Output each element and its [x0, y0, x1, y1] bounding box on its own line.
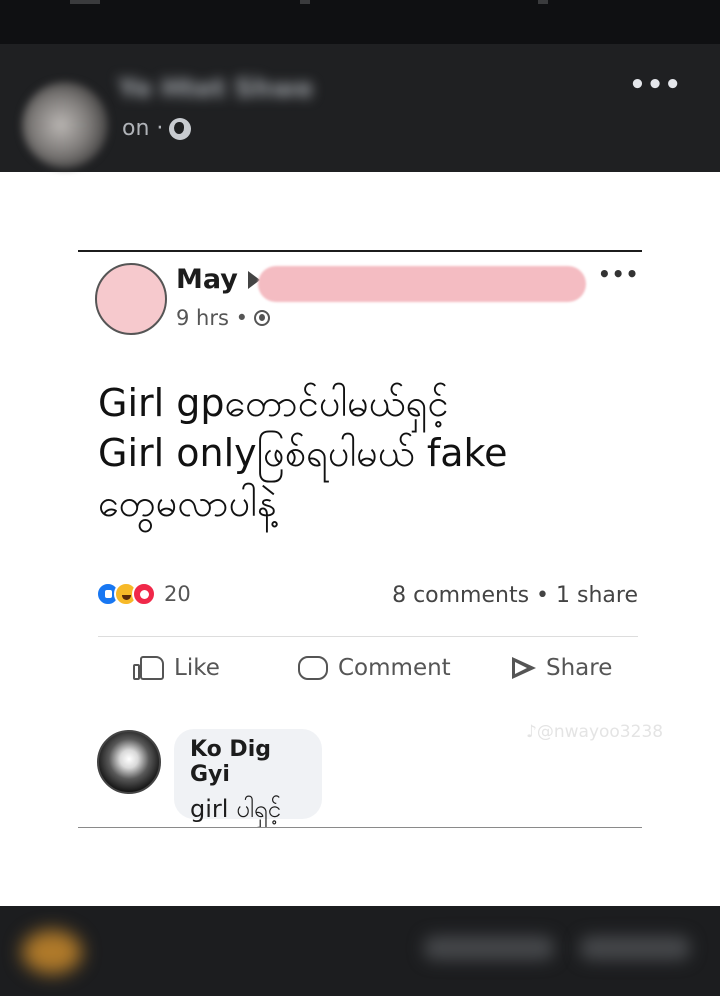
comment-text: girl ပါရှင့်	[190, 795, 281, 823]
globe-icon	[169, 117, 192, 140]
more-options-icon[interactable]: •••	[598, 262, 639, 286]
comment-icon	[298, 656, 328, 680]
inner-author[interactable]: May	[176, 264, 260, 295]
post-text: Girl gpတောင်ပါမယ်ရှင့် Girl onlyဖြစ်ရပါမ…	[98, 378, 618, 528]
more-options-icon[interactable]: •••	[629, 70, 682, 100]
reaction-count: 20	[164, 582, 191, 606]
share-label: Share	[546, 655, 613, 681]
post-text-line: Girl gpတောင်ပါမယ်ရှင့်	[98, 381, 449, 425]
blurred-stat	[580, 936, 690, 960]
post-actions: Like Comment Share	[0, 655, 720, 695]
top-strip-fragment	[538, 0, 548, 4]
thumbs-up-icon	[133, 656, 164, 680]
post-time: 9 hrs •	[176, 306, 248, 330]
watermark: ♪@nwayoo3238	[526, 722, 664, 742]
inner-author-name: May	[176, 264, 238, 295]
top-strip-fragment	[300, 0, 310, 4]
like-button[interactable]: Like	[133, 655, 220, 681]
avatar[interactable]	[97, 730, 161, 794]
comment-author[interactable]: Ko Dig Gyi	[190, 737, 306, 787]
bottom-bar	[0, 906, 720, 996]
post-text-line: Girl onlyဖြစ်ရပါမယ် fake	[98, 431, 508, 475]
share-button[interactable]: Share	[512, 655, 612, 681]
comment-label: Comment	[338, 655, 451, 681]
screenshot-top-border	[78, 250, 642, 252]
post-text-line: တွေမလာပါနဲ့	[98, 481, 277, 525]
avatar[interactable]	[22, 82, 108, 168]
outer-author-name[interactable]: Ye Htet Shwe	[118, 74, 313, 104]
outer-post-header: Ye Htet Shwe on · •••	[0, 44, 720, 172]
share-icon	[512, 657, 536, 679]
wow-reaction-icon	[132, 582, 156, 606]
reactions-icon	[22, 930, 82, 974]
outer-time-fragment: on ·	[122, 116, 164, 141]
reaction-summary[interactable]: 20	[96, 582, 191, 606]
avatar[interactable]	[95, 263, 167, 335]
inner-post-meta: 9 hrs •	[176, 306, 270, 330]
globe-icon	[253, 310, 270, 326]
top-strip-fragment	[70, 0, 100, 4]
comments-shares-count[interactable]: 8 comments • 1 share	[392, 583, 638, 608]
divider	[98, 636, 638, 637]
top-strip	[0, 0, 720, 44]
like-label: Like	[174, 655, 220, 681]
comment-bubble: Ko Dig Gyi girl ပါရှင့်	[174, 729, 322, 823]
comment-button[interactable]: Comment	[298, 655, 451, 681]
redaction-mark	[258, 266, 586, 302]
outer-post-meta: on ·	[122, 116, 192, 141]
screenshot-bottom-border	[78, 827, 642, 828]
blurred-stat	[424, 936, 554, 960]
